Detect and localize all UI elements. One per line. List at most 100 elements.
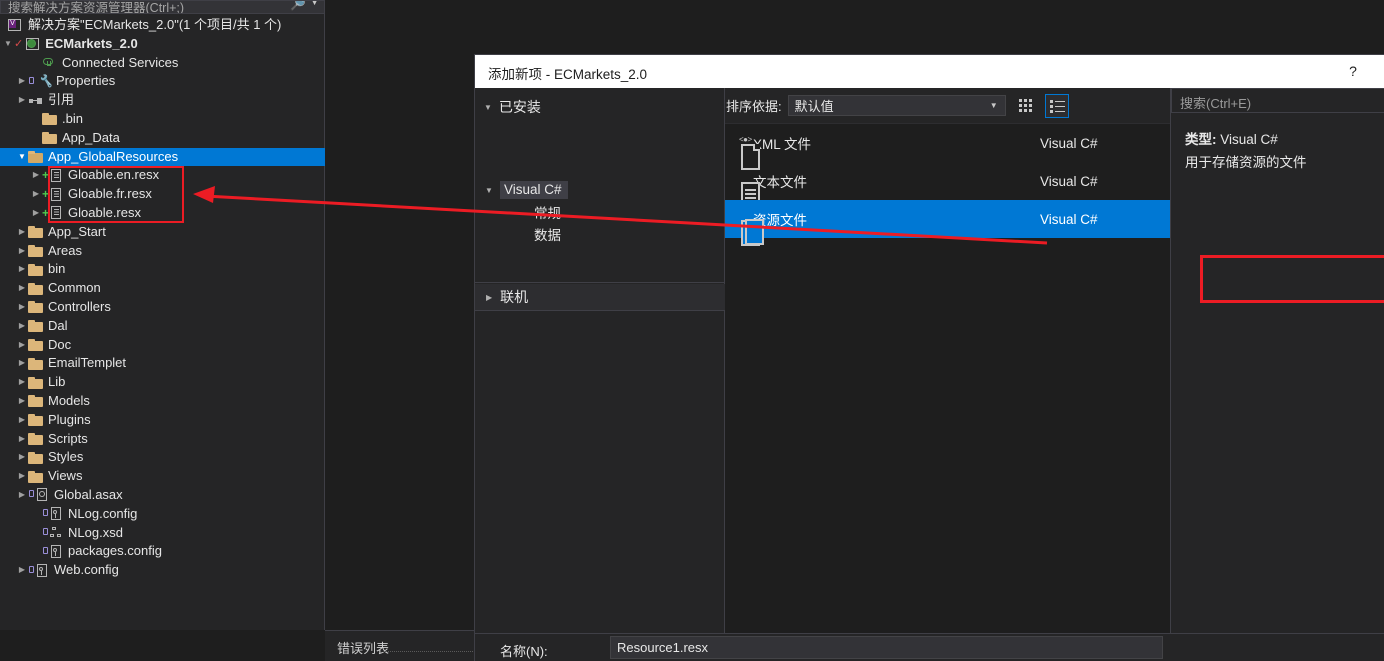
xsd-file-icon — [43, 526, 63, 540]
tree-item-app-globalresources[interactable]: ▼ App_GlobalResources — [0, 147, 325, 167]
chevron-right-icon[interactable]: ▶ — [16, 411, 28, 430]
tree-item-label: Areas — [48, 242, 82, 258]
tree-item-gloable-en-resx[interactable]: ▶ + Gloable.en.resx — [0, 166, 325, 185]
category-installed-header[interactable]: ▼ 已安装 — [475, 95, 725, 119]
chevron-right-icon[interactable]: ▶ — [16, 242, 28, 261]
folder-icon — [28, 263, 43, 276]
tree-item-areas[interactable]: ▶ Areas — [0, 242, 325, 261]
tree-item-app-start[interactable]: ▶ App_Start — [0, 223, 325, 242]
solution-explorer-search[interactable]: 搜索解决方案资源管理器(Ctrl+;) 🔍 ▼ — [0, 0, 325, 14]
sort-label: 排序依据: — [726, 99, 782, 114]
tree-item-label: Scripts — [48, 430, 88, 446]
chevron-right-icon[interactable]: ▶ — [16, 561, 28, 580]
name-label: 名称(N): — [500, 644, 548, 659]
chevron-right-icon[interactable]: ▶ — [16, 373, 28, 392]
sort-dropdown[interactable]: 默认值 ▼ — [787, 95, 1006, 116]
folder-icon — [28, 470, 43, 483]
tree-item-label: 引用 — [48, 92, 75, 108]
chevron-right-icon[interactable]: ▶ — [16, 279, 28, 298]
cloud-icon — [42, 56, 57, 69]
tree-item-lib[interactable]: ▶ Lib — [0, 373, 325, 392]
chevron-right-icon[interactable]: ▶ — [16, 336, 28, 355]
chevron-right-icon[interactable]: ▶ — [16, 430, 28, 449]
chevron-right-icon[interactable]: ▶ — [30, 185, 42, 204]
add-new-item-dialog: 添加新项 - ECMarkets_2.0 ? ▼ 已安装 ▼ Visual C# 常… — [475, 55, 1384, 661]
tree-item-styles[interactable]: ▶ Styles — [0, 448, 325, 467]
tree-item-models[interactable]: ▶ Models — [0, 392, 325, 411]
tree-item-[interactable]: ▶ 引用 — [0, 91, 325, 110]
lock-icon — [29, 565, 34, 573]
tree-item-plugins[interactable]: ▶ Plugins — [0, 411, 325, 430]
category-item--[interactable]: 常规 — [519, 201, 561, 223]
sort-bar: 排序依据: 默认值 ▼ — [725, 88, 1170, 123]
help-icon[interactable]: ? — [1344, 62, 1362, 80]
chevron-down-icon[interactable]: ▼ — [310, 1, 319, 7]
tree-item-nlog-xsd[interactable]: NLog.xsd — [0, 524, 325, 543]
tree-item-views[interactable]: ▶ Views — [0, 467, 325, 486]
chevron-right-icon[interactable]: ▶ — [16, 72, 28, 91]
template-item-row[interactable]: 资源文件 Visual C# — [725, 200, 1170, 246]
template-item-row[interactable]: <●> XML 文件 Visual C# — [725, 124, 1170, 170]
chevron-right-icon[interactable]: ▶ — [16, 354, 28, 373]
tree-item-label: App_Data — [62, 129, 120, 145]
category-item--[interactable]: 数据 — [519, 223, 561, 245]
tree-item-label: Gloable.resx — [68, 204, 141, 220]
chevron-right-icon[interactable]: ▶ — [16, 317, 28, 336]
category-item-visual-c#[interactable]: ▼ Visual C# — [485, 179, 568, 201]
tree-item-bin[interactable]: .bin — [0, 110, 325, 129]
folder-icon — [28, 395, 43, 408]
tree-item-web-config[interactable]: ▶ Web.config — [0, 561, 325, 580]
tree-item-doc[interactable]: ▶ Doc — [0, 336, 325, 355]
tree-item-properties[interactable]: ▶ 🔧 Properties — [0, 72, 325, 91]
chevron-right-icon[interactable]: ▶ — [16, 298, 28, 317]
tree-item-label: NLog.xsd — [68, 524, 123, 540]
chevron-expanded-icon[interactable]: ▼ — [485, 186, 493, 195]
chevron-right-icon[interactable]: ▶ — [16, 448, 28, 467]
template-item-row[interactable]: 文本文件 Visual C# — [725, 162, 1170, 208]
tree-item-bin[interactable]: ▶ bin — [0, 260, 325, 279]
chevron-expanded-icon[interactable]: ▼ — [2, 35, 14, 54]
dialog-search-input[interactable]: 搜索(Ctrl+E) — [1171, 88, 1384, 113]
tree-item-label: Common — [48, 280, 101, 296]
grid-view-icon[interactable] — [1015, 95, 1037, 117]
list-view-icon[interactable] — [1044, 93, 1069, 118]
tree-item-dal[interactable]: ▶ Dal — [0, 317, 325, 336]
tree-item-label: Doc — [48, 336, 72, 352]
chevron-right-icon[interactable]: ▶ — [16, 91, 28, 110]
tab-error-list[interactable]: 错误列表 — [333, 639, 485, 661]
folder-icon — [28, 320, 43, 333]
chevron-expanded-icon[interactable]: ▼ — [16, 148, 28, 167]
chevron-right-icon[interactable]: ▶ — [16, 467, 28, 486]
tree-item-label: EmailTemplet — [48, 355, 127, 371]
chevron-right-icon[interactable]: ▶ — [16, 260, 28, 279]
visual-studio-window: 搜索解决方案资源管理器(Ctrl+;) 🔍 ▼ V 解决方案"ECMarkets… — [0, 0, 1384, 661]
tree-item-gloable-resx[interactable]: ▶ + Gloable.resx — [0, 204, 325, 223]
tree-item-nlog-config[interactable]: NLog.config — [0, 505, 325, 524]
tree-item-controllers[interactable]: ▶ Controllers — [0, 298, 325, 317]
tree-item-label: Global.asax — [54, 486, 123, 502]
solution-root-node[interactable]: V 解决方案"ECMarkets_2.0"(1 个项目/共 1 个) — [0, 16, 325, 35]
template-item-name: XML 文件 — [753, 137, 812, 152]
tree-item-global-asax[interactable]: ▶ Global.asax — [0, 486, 325, 505]
name-input[interactable]: Resource1.resx — [610, 636, 1163, 659]
visual-studio-solution-icon: V — [8, 18, 23, 32]
chevron-right-icon[interactable]: ▶ — [16, 392, 28, 411]
tree-item-gloable-fr-resx[interactable]: ▶ + Gloable.fr.resx — [0, 185, 325, 204]
tree-item-common[interactable]: ▶ Common — [0, 279, 325, 298]
tree-item-ecmarkets-2-0[interactable]: ▼ ✓ ECMarkets_2.0 — [0, 35, 325, 54]
chevron-right-icon[interactable]: ▶ — [16, 486, 28, 505]
template-item-language: Visual C# — [1040, 135, 1098, 151]
tree-item-scripts[interactable]: ▶ Scripts — [0, 430, 325, 449]
tree-item-app-data[interactable]: App_Data — [0, 129, 325, 148]
dialog-body: ▼ 已安装 ▼ Visual C# 常规数据 ▶ 联机 排序依据: 默认值 ▼ — [475, 88, 1384, 633]
chevron-right-icon[interactable]: ▶ — [30, 166, 42, 185]
tree-item-emailtemplet[interactable]: ▶ EmailTemplet — [0, 354, 325, 373]
category-online[interactable]: ▶ 联机 — [475, 284, 725, 310]
chevron-right-icon[interactable]: ▶ — [30, 204, 42, 223]
chevron-right-icon[interactable]: ▶ — [16, 223, 28, 242]
tree-item-connected-services[interactable]: Connected Services — [0, 54, 325, 73]
dialog-title-text: 添加新项 - ECMarkets_2.0 — [488, 67, 648, 82]
tree-item-label: App_GlobalResources — [48, 148, 179, 164]
tree-item-label: Properties — [56, 73, 116, 89]
tree-item-packages-config[interactable]: packages.config — [0, 542, 325, 561]
